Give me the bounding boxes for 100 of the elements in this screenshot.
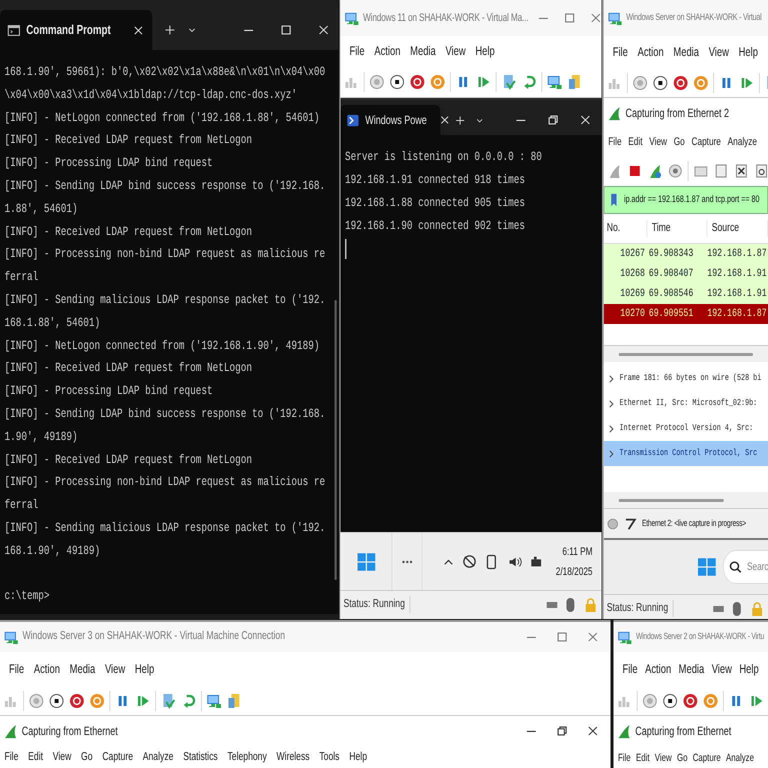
menu-item[interactable]: View <box>104 662 126 676</box>
scrollbar[interactable] <box>618 498 724 502</box>
menu-item[interactable]: View <box>712 662 732 676</box>
maximize-icon[interactable] <box>279 23 294 37</box>
close-icon[interactable] <box>316 23 331 37</box>
packet-row[interactable]: 10270 69.909551 192.168.1.87 <box>604 304 768 324</box>
document-icon[interactable] <box>226 692 242 708</box>
menu-item[interactable]: Action <box>374 44 400 58</box>
stop-icon[interactable] <box>652 74 668 90</box>
close-icon[interactable] <box>132 24 145 36</box>
file-icon[interactable] <box>713 163 729 179</box>
menu-item[interactable]: Edit <box>636 752 650 764</box>
options-icon[interactable] <box>668 163 684 179</box>
menu-item[interactable]: View <box>445 44 466 58</box>
save-icon[interactable] <box>693 74 709 90</box>
menu-item[interactable]: Analyze <box>728 136 757 148</box>
start-icon[interactable] <box>642 692 658 708</box>
menu-item[interactable]: Analyze <box>142 752 174 764</box>
start-icon[interactable] <box>356 552 376 572</box>
column-header[interactable]: Time <box>647 220 708 238</box>
menu-item[interactable]: Media <box>70 662 96 676</box>
plus-icon[interactable] <box>162 23 177 37</box>
menu-item[interactable]: Capture <box>102 752 133 764</box>
shutdown-icon[interactable] <box>682 692 698 708</box>
menu-item[interactable]: Edit <box>628 136 643 148</box>
stop-icon[interactable] <box>48 692 64 708</box>
scrollbar[interactable] <box>618 352 753 356</box>
stop-icon[interactable] <box>662 692 678 708</box>
menu-item[interactable]: File <box>612 46 628 58</box>
menu-item[interactable]: Go <box>81 752 93 764</box>
start-icon[interactable] <box>696 557 717 577</box>
menu-item[interactable]: Help <box>134 662 154 676</box>
edit-icon[interactable] <box>623 516 638 530</box>
menu-item[interactable]: Statistics <box>183 752 218 764</box>
menu-item[interactable]: Help <box>349 752 367 764</box>
restore-icon[interactable] <box>555 724 570 738</box>
start-icon[interactable] <box>632 74 648 90</box>
menu-item[interactable]: View <box>649 136 668 148</box>
packet-time: 69.908407 <box>648 266 694 282</box>
display-filter-field[interactable]: ip.addr == 192.168.1.87 and tcp.port == 80 <box>604 186 768 214</box>
menu-item[interactable]: Analyze <box>726 752 754 764</box>
clock[interactable]: 6:11 PM 2/18/2025 <box>556 542 592 582</box>
menu-item[interactable]: View <box>52 752 72 764</box>
status-circle-icon[interactable] <box>606 518 619 530</box>
shutdown-icon[interactable] <box>69 692 85 708</box>
save-icon[interactable] <box>89 692 105 708</box>
menu-item[interactable]: Action <box>645 662 672 676</box>
column-header[interactable]: No. <box>604 220 648 238</box>
stop-icon[interactable] <box>389 74 405 90</box>
menu-item[interactable]: Go <box>674 136 685 148</box>
restore-icon[interactable] <box>546 113 560 127</box>
menu-item[interactable]: Media <box>673 46 699 58</box>
packet-detail-row[interactable]: Transmission Control Protocol, Src <box>604 441 768 466</box>
monitor-icon[interactable] <box>546 74 562 90</box>
menu-item[interactable]: File <box>622 662 638 676</box>
menu-item[interactable]: Action <box>34 662 60 676</box>
packet-row[interactable]: 10267 69.908343 192.168.1.87 <box>604 244 768 264</box>
menu-item[interactable]: Media <box>410 44 436 58</box>
scrollbar[interactable] <box>334 300 337 580</box>
packet-row[interactable]: 10268 69.908407 192.168.1.91 <box>604 264 768 284</box>
start-icon[interactable] <box>369 74 385 90</box>
save-icon[interactable] <box>702 692 718 708</box>
monitor-icon[interactable] <box>206 692 222 708</box>
document-icon[interactable] <box>567 74 583 90</box>
search-field[interactable]: Searc <box>723 550 768 584</box>
menu-item[interactable]: Capture <box>692 136 721 148</box>
menu-item[interactable]: File <box>608 136 622 148</box>
reload-icon[interactable] <box>754 163 768 179</box>
menu-item[interactable]: Help <box>739 662 759 676</box>
menu-item[interactable]: View <box>654 752 672 764</box>
plus-icon[interactable] <box>454 114 466 126</box>
column-header[interactable]: Source <box>707 220 768 238</box>
menu-item[interactable]: Wireless <box>276 752 310 764</box>
terminal-tab[interactable]: Command Prompt <box>0 10 152 50</box>
close-icon[interactable] <box>438 114 451 126</box>
menu-item[interactable]: Edit <box>28 752 44 764</box>
shutdown-icon[interactable] <box>410 74 426 90</box>
menu-item[interactable]: View <box>708 46 729 58</box>
menu-item[interactable]: Help <box>738 46 758 58</box>
close-file-icon[interactable] <box>734 163 750 179</box>
save-icon[interactable] <box>430 74 446 90</box>
menu-item[interactable]: Help <box>475 44 495 58</box>
start-icon[interactable] <box>28 692 44 708</box>
battery-icon[interactable] <box>530 554 544 568</box>
menu-item[interactable]: File <box>9 662 24 676</box>
menu-item[interactable]: Capture <box>692 752 721 764</box>
packet-row[interactable]: 10269 69.908546 192.168.1.91 <box>604 284 768 304</box>
network-off-icon[interactable] <box>462 554 478 569</box>
menu-item[interactable]: Tools <box>319 752 340 764</box>
close-icon[interactable] <box>578 113 592 127</box>
menu-item[interactable]: Media <box>678 662 704 676</box>
menu-item[interactable]: File <box>4 752 18 764</box>
speaker-icon[interactable] <box>508 554 522 568</box>
menu-item[interactable]: Action <box>638 46 664 58</box>
shutdown-icon[interactable] <box>672 74 688 90</box>
close-icon[interactable] <box>586 724 600 738</box>
menu-item[interactable]: Telephony <box>227 752 267 764</box>
menu-item[interactable]: Go <box>676 752 688 764</box>
menu-item[interactable]: File <box>350 44 365 58</box>
menu-item[interactable]: File <box>618 752 631 764</box>
